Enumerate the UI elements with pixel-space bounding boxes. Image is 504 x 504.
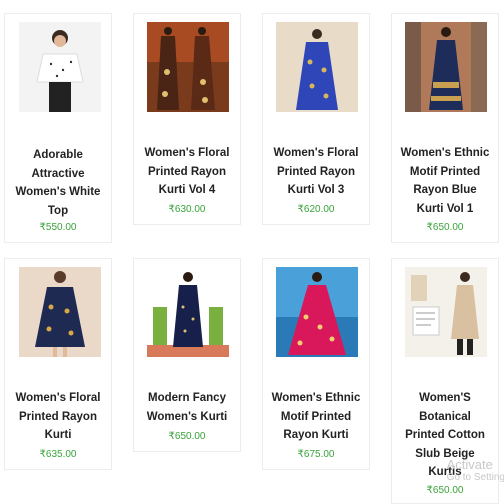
product-card[interactable]: Women's Floral Printed Rayon Kurti ₹635.… bbox=[4, 258, 112, 470]
product-title[interactable]: Women's Floral Printed Rayon Kurti Vol 4 bbox=[134, 144, 240, 200]
floral-kurti-vol4-photo-icon bbox=[147, 22, 229, 112]
product-image[interactable] bbox=[147, 267, 229, 357]
product-title[interactable]: Women's Ethnic Motif Printed Rayon Blue … bbox=[392, 144, 498, 218]
product-image[interactable] bbox=[276, 22, 358, 112]
watermark-line2: Go to Settings bbox=[446, 472, 504, 483]
product-title[interactable]: Adorable Attractive Women's White Top bbox=[5, 146, 111, 220]
product-card[interactable]: Women's Ethnic Motif Printed Rayon Kurti… bbox=[262, 258, 370, 470]
blue-kurti-vol1-photo-icon bbox=[405, 22, 487, 112]
product-image[interactable] bbox=[276, 267, 358, 357]
floral-kurti-photo-icon bbox=[19, 267, 101, 357]
product-price: ₹635.00 bbox=[39, 449, 77, 460]
product-title[interactable]: Women's Ethnic Motif Printed Rayon Kurti bbox=[263, 389, 369, 445]
product-card[interactable]: Modern Fancy Women's Kurti ₹650.00 bbox=[133, 258, 241, 452]
white-top-photo-icon bbox=[19, 22, 101, 112]
activation-watermark: Activate Go to Settings bbox=[447, 458, 504, 484]
product-title[interactable]: Women's Floral Printed Rayon Kurti Vol 3 bbox=[263, 144, 369, 200]
product-card[interactable]: Women's Floral Printed Rayon Kurti Vol 4… bbox=[133, 13, 241, 225]
product-title[interactable]: Modern Fancy Women's Kurti bbox=[134, 389, 240, 426]
product-price: ₹550.00 bbox=[39, 222, 77, 233]
product-image[interactable] bbox=[405, 267, 487, 357]
product-price: ₹620.00 bbox=[297, 204, 335, 215]
product-image[interactable] bbox=[147, 22, 229, 112]
floral-kurti-vol3-photo-icon bbox=[276, 22, 358, 112]
product-price: ₹630.00 bbox=[168, 204, 206, 215]
product-price: ₹675.00 bbox=[297, 449, 335, 460]
watermark-line1: Activate bbox=[446, 457, 493, 472]
product-price: ₹650.00 bbox=[426, 485, 464, 496]
modern-fancy-kurti-photo-icon bbox=[147, 267, 229, 357]
botanical-beige-kurti-photo-icon bbox=[405, 267, 487, 357]
product-price: ₹650.00 bbox=[426, 222, 464, 233]
product-card[interactable]: Adorable Attractive Women's White Top ₹5… bbox=[4, 13, 112, 243]
product-title[interactable]: Women's Floral Printed Rayon Kurti bbox=[5, 389, 111, 445]
product-card[interactable]: Women's Floral Printed Rayon Kurti Vol 3… bbox=[262, 13, 370, 225]
product-price: ₹650.00 bbox=[168, 431, 206, 442]
product-card[interactable]: Women's Ethnic Motif Printed Rayon Blue … bbox=[391, 13, 499, 243]
ethnic-rayon-kurti-photo-icon bbox=[276, 267, 358, 357]
product-image[interactable] bbox=[19, 267, 101, 357]
product-image[interactable] bbox=[19, 22, 101, 112]
product-image[interactable] bbox=[405, 22, 487, 112]
